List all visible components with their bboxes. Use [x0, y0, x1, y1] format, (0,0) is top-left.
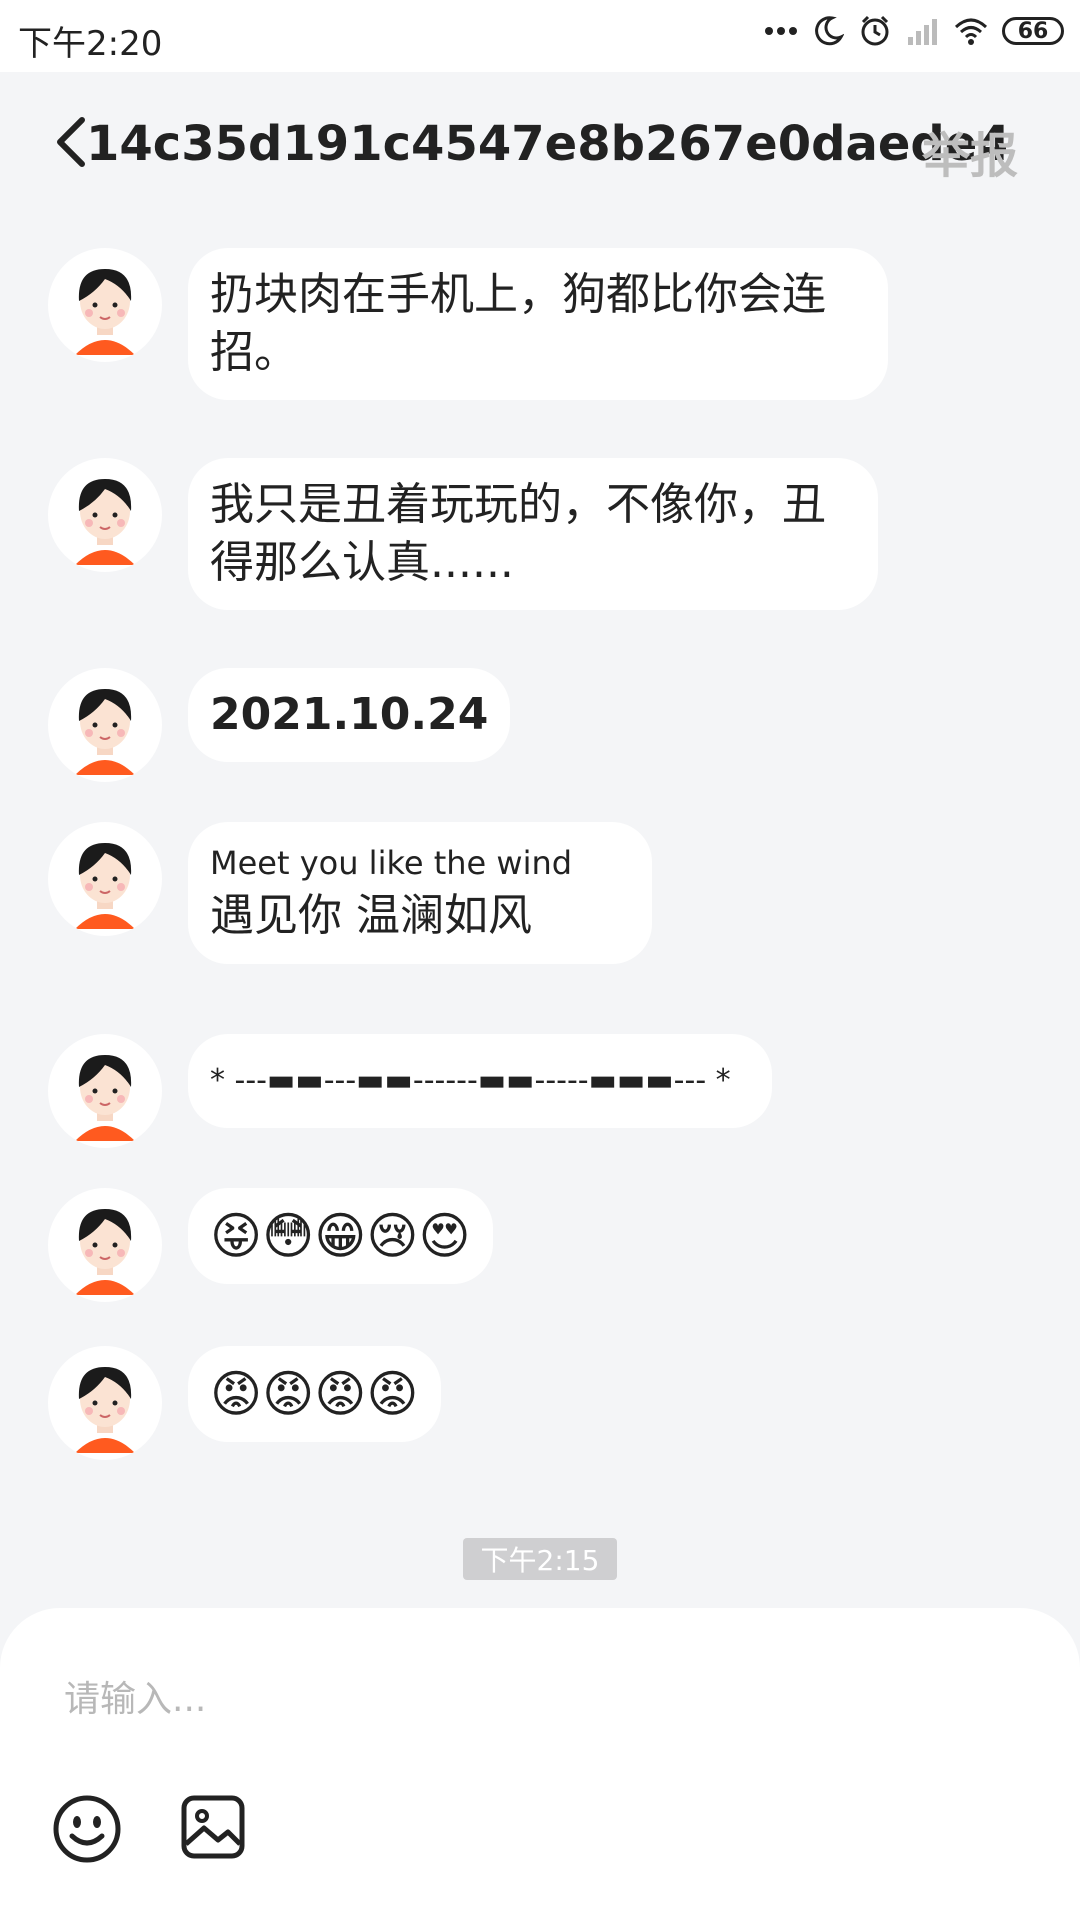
message-bubble[interactable]: 2021.10.24 [188, 668, 511, 762]
message-line-english: Meet you like the wind [210, 844, 573, 882]
battery-icon: 66 [1002, 17, 1064, 45]
image-icon [181, 1795, 245, 1859]
message-bubble[interactable]: 我只是丑着玩玩的，不像你，丑得那么认真...... [188, 458, 878, 610]
avatar[interactable] [48, 668, 162, 782]
message-row: 2021.10.24 [48, 668, 511, 782]
message-bubble[interactable]: Meet you like the wind 遇见你 温澜如风 [188, 822, 652, 964]
avatar-illustration [75, 1209, 135, 1295]
message-bubble[interactable]: 扔块肉在手机上，狗都比你会连招。 [188, 248, 888, 400]
avatar-illustration [75, 479, 135, 565]
emoji-message-bubble[interactable]: 😝😳😁😢😍 [188, 1188, 493, 1284]
message-input[interactable]: 请输入... [64, 1670, 206, 1722]
message-row: 我只是丑着玩玩的，不像你，丑得那么认真...... [48, 458, 878, 610]
alarm-icon [858, 14, 892, 48]
status-bar: 下午2:20 66 [0, 0, 1080, 72]
avatar-illustration [75, 1367, 135, 1453]
message-timestamp: 下午2:15 [463, 1538, 617, 1580]
report-button[interactable]: 举报 [922, 116, 1018, 186]
avatar[interactable] [48, 458, 162, 572]
avatar-illustration [75, 689, 135, 775]
avatar[interactable] [48, 1188, 162, 1302]
moon-icon [812, 15, 844, 47]
input-panel: 请输入... [0, 1608, 1080, 1920]
message-row: 扔块肉在手机上，狗都比你会连招。 [48, 248, 888, 400]
chat-title: 14c35d191c4547e8b267e0daede46ae1 [86, 116, 1006, 172]
avatar[interactable] [48, 1034, 162, 1148]
wifi-icon [954, 17, 988, 45]
message-row: 😝😳😁😢😍 [48, 1188, 493, 1302]
avatar-illustration [75, 269, 135, 355]
avatar[interactable] [48, 1346, 162, 1460]
chat-header: 14c35d191c4547e8b267e0daede46ae1 举报 [0, 72, 1080, 212]
status-icons: 66 [764, 14, 1064, 48]
avatar-illustration [75, 1055, 135, 1141]
avatar[interactable] [48, 822, 162, 936]
avatar-illustration [75, 843, 135, 929]
emoji-button[interactable] [52, 1794, 122, 1864]
message-line-chinese: 遇见你 温澜如风 [210, 890, 532, 941]
message-row: * ---▬▬---▬▬------▬▬-----▬▬▬--- * [48, 1034, 772, 1148]
avatar[interactable] [48, 248, 162, 362]
more-dots-icon [764, 26, 798, 36]
image-button[interactable] [180, 1794, 246, 1860]
message-bubble[interactable]: * ---▬▬---▬▬------▬▬-----▬▬▬--- * [188, 1034, 772, 1128]
emoji-message-bubble[interactable]: 😡😡😡😡 [188, 1346, 441, 1442]
status-time: 下午2:20 [18, 24, 163, 64]
message-row: Meet you like the wind 遇见你 温澜如风 [48, 822, 652, 964]
message-row: 😡😡😡😡 [48, 1346, 441, 1460]
signal-icon [906, 17, 940, 45]
smiley-icon [53, 1795, 121, 1863]
